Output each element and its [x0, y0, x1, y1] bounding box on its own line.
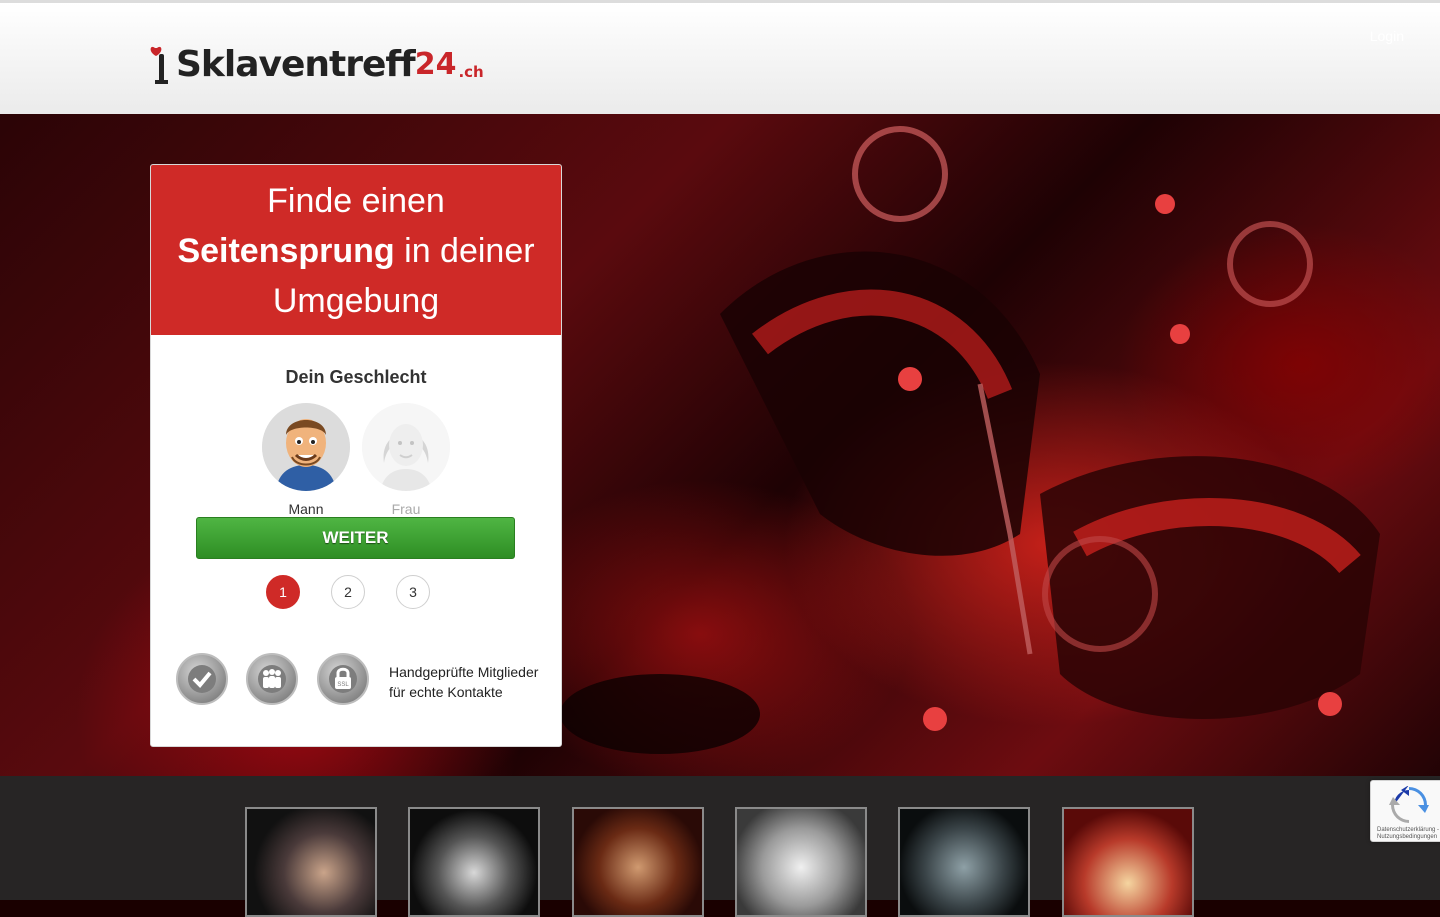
step-indicator-2: 2 [331, 575, 365, 609]
step-indicator-1: 1 [266, 575, 300, 609]
members-badge-icon [246, 653, 298, 705]
ssl-label: SSL [337, 682, 349, 688]
weiter-button[interactable]: WEITER [196, 517, 515, 559]
profile-thumb-5[interactable] [898, 807, 1030, 917]
site-header: Sklaventreff 24 .ch Login [0, 3, 1440, 114]
logo-number: 24 [414, 47, 457, 82]
heart-padlock-logo-icon [150, 46, 168, 84]
signup-card: Finde einen Seitensprung in deiner Umgeb… [150, 164, 562, 747]
recaptcha-badge[interactable]: Datenschutzerklärung - Nutzungsbedingung… [1370, 780, 1440, 842]
male-avatar-icon [262, 403, 350, 491]
ssl-lock-badge-icon: SSL [317, 653, 369, 705]
recaptcha-text[interactable]: Datenschutzerklärung - Nutzungsbedingung… [1377, 827, 1440, 841]
female-avatar-option[interactable] [362, 403, 450, 491]
logo-text: Sklaventreff [176, 44, 416, 85]
login-link[interactable]: Login [1370, 28, 1404, 44]
signup-body: Mann Frau WEITER 1 2 3 SSL Handgeprüfte … [151, 165, 561, 746]
profile-thumb-6[interactable] [1062, 807, 1194, 917]
female-label: Frau [391, 501, 421, 517]
male-avatar-option[interactable] [262, 403, 350, 491]
profile-thumb-1[interactable] [245, 807, 377, 917]
recaptcha-icon [1389, 786, 1429, 823]
profile-thumb-3[interactable] [572, 807, 704, 917]
site-logo[interactable]: Sklaventreff 24 .ch [150, 33, 484, 88]
profile-thumb-2[interactable] [408, 807, 540, 917]
checkmark-badge-icon [176, 653, 228, 705]
male-label: Mann [288, 501, 324, 517]
profile-thumb-4[interactable] [735, 807, 867, 917]
trust-text: Handgeprüfte Mitglieder für echte Kontak… [389, 664, 539, 700]
profile-strip [0, 776, 1440, 917]
step-indicator-3: 3 [396, 575, 430, 609]
female-avatar-icon [362, 403, 450, 491]
logo-tld: .ch [458, 63, 484, 81]
